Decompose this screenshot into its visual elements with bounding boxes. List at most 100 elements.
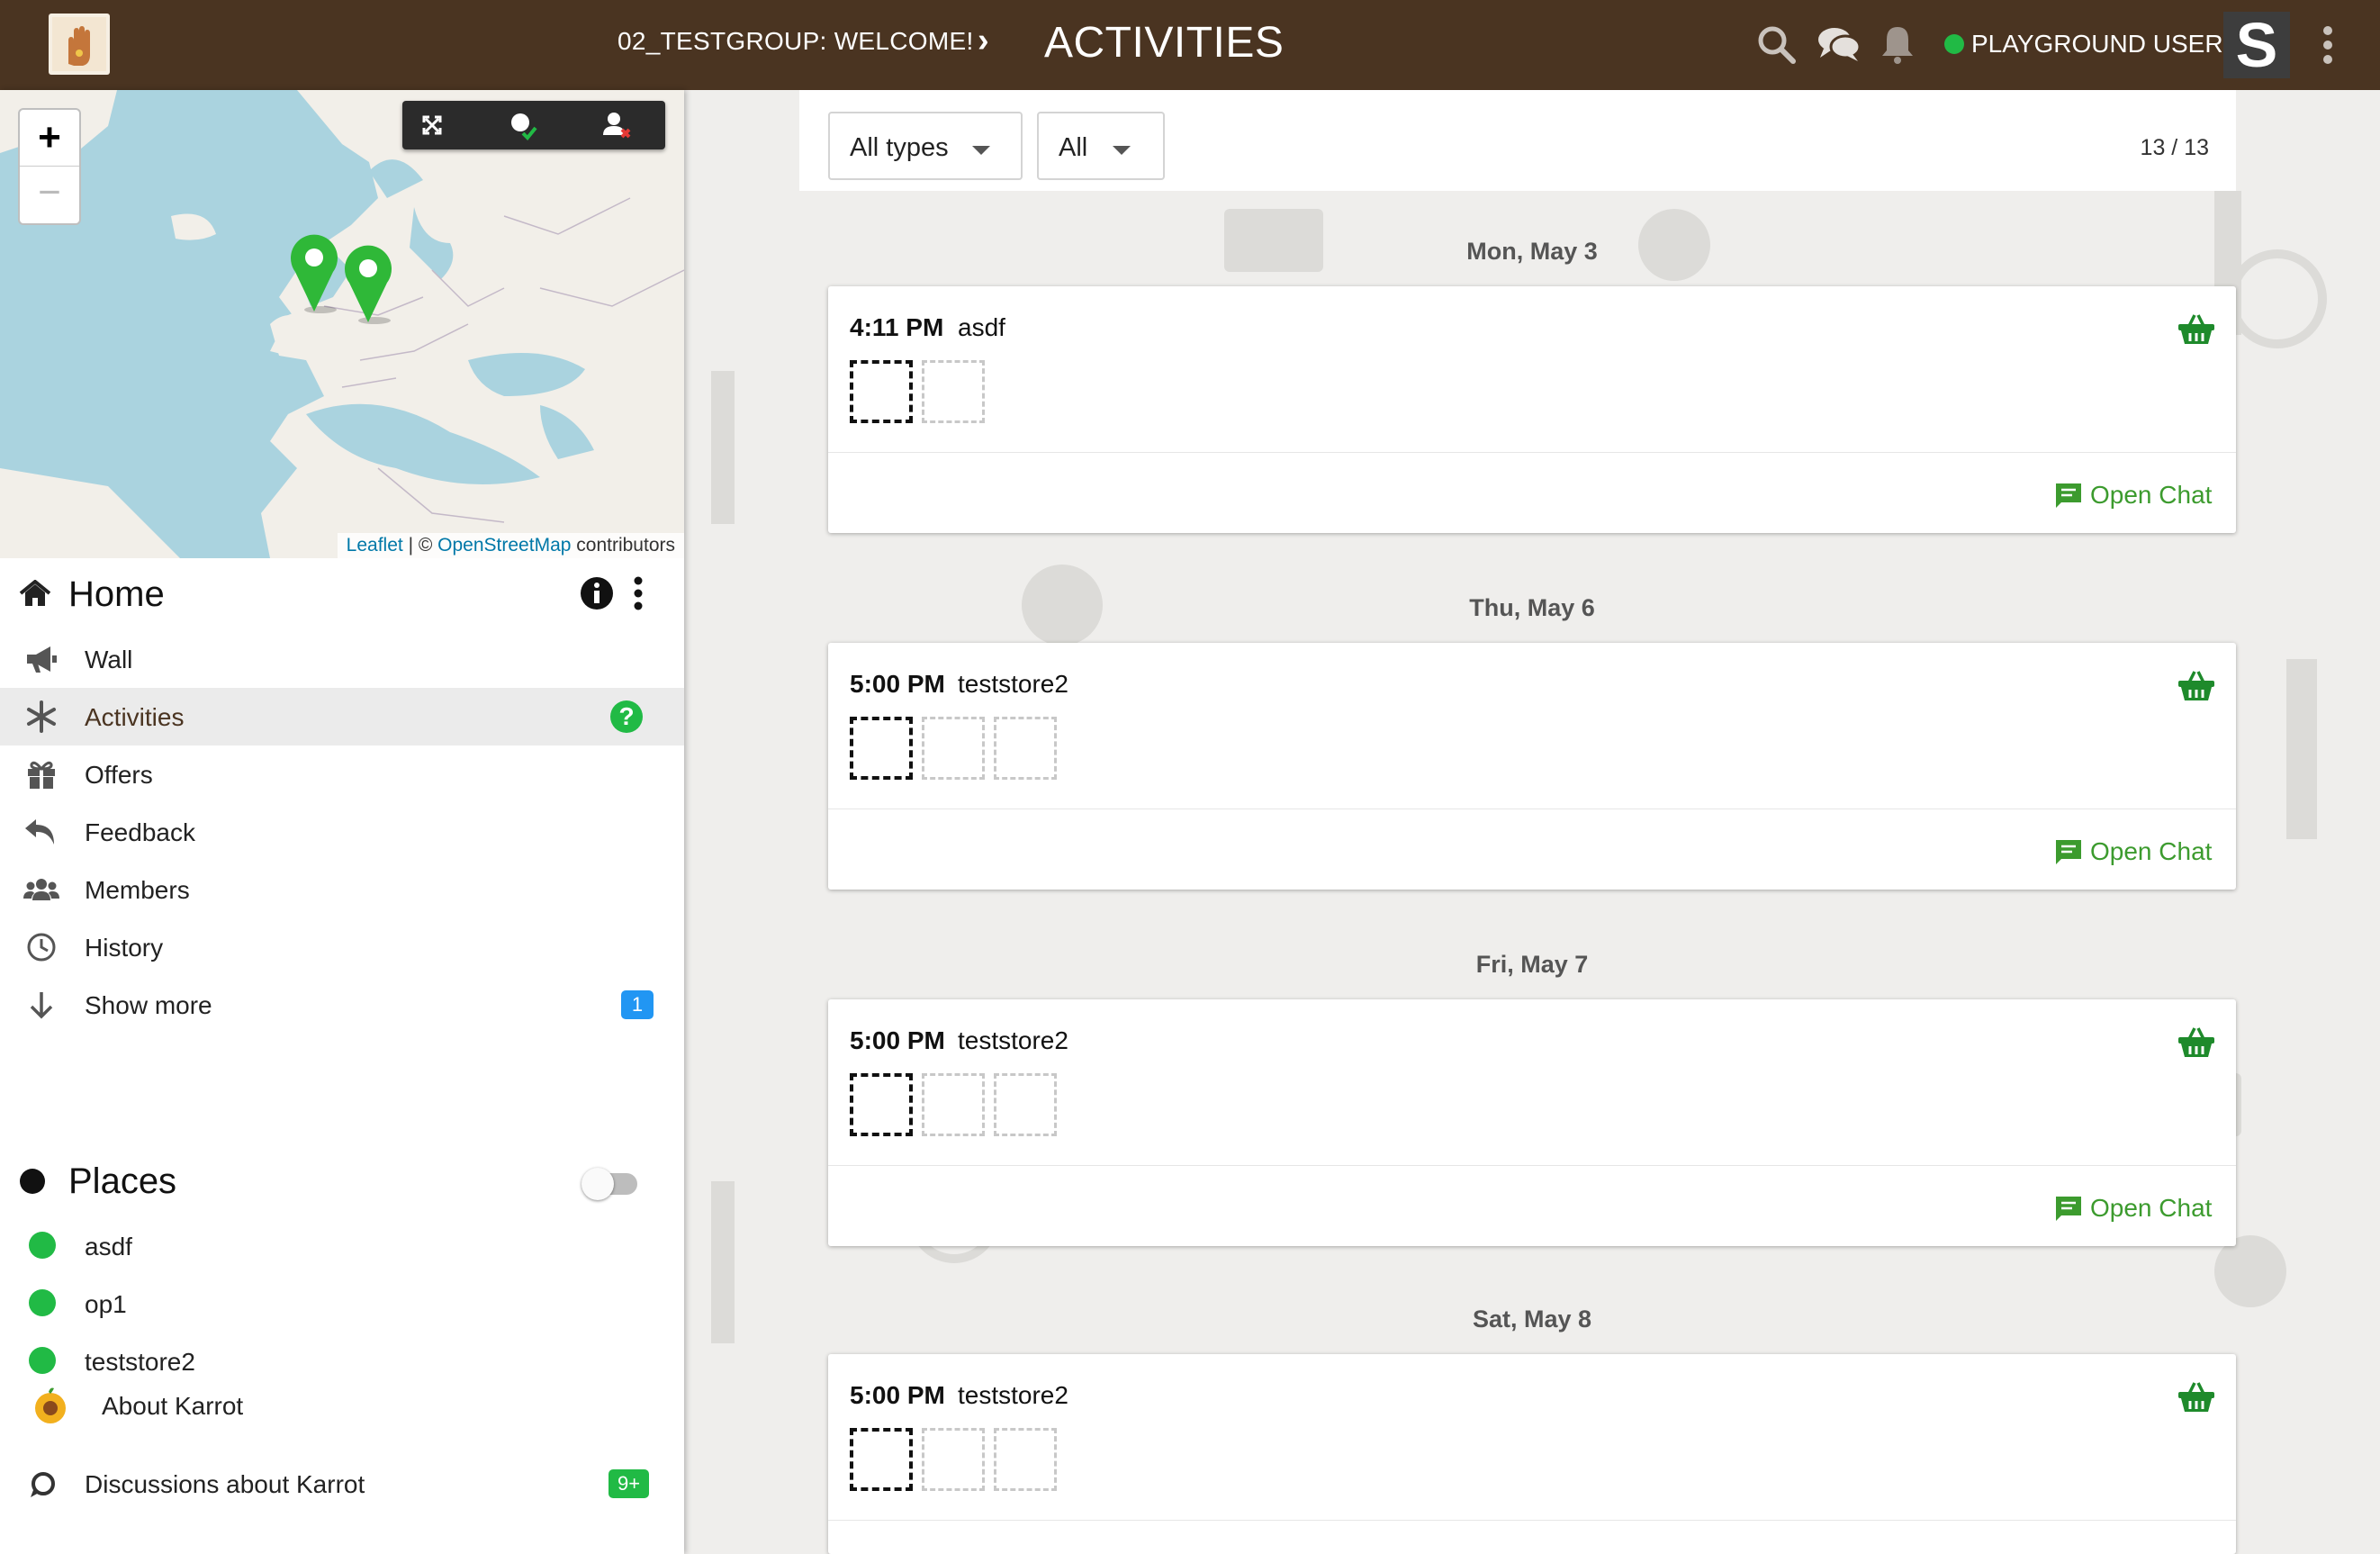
sidebar-item-show-more[interactable]: Show more 1	[0, 976, 684, 1034]
day-header: Sat, May 8	[1472, 1306, 1592, 1333]
sidebar-item-feedback[interactable]: Feedback	[0, 803, 684, 861]
empty-slot[interactable]	[922, 1428, 985, 1491]
activity-place[interactable]: asdf	[958, 313, 1005, 342]
empty-slot[interactable]	[994, 1428, 1057, 1491]
map-marker-icon[interactable]	[342, 243, 394, 324]
help-icon[interactable]: ?	[610, 700, 643, 733]
users-icon	[23, 879, 59, 900]
chat-icon	[2056, 840, 2081, 864]
basket-icon	[2178, 1382, 2214, 1412]
map-tiles	[0, 90, 684, 558]
map-marker-icon[interactable]	[288, 232, 340, 313]
more-vert-icon[interactable]	[2319, 23, 2337, 67]
open-chat-button[interactable]: Open Chat	[2054, 479, 2212, 515]
leaflet-link[interactable]: Leaflet	[347, 535, 403, 556]
day-header: Mon, May 3	[1466, 238, 1598, 265]
hide-users-icon[interactable]	[599, 108, 633, 142]
places-toggle[interactable]	[581, 1168, 639, 1200]
gift-icon	[28, 761, 55, 789]
clock-icon	[27, 933, 56, 962]
karrot-logo-icon	[35, 1387, 66, 1423]
zoom-in-button[interactable]: +	[20, 110, 79, 167]
sidebar-item-label: Activities	[85, 703, 185, 731]
discussions-link[interactable]: Discussions about Karrot 9+	[0, 1455, 684, 1513]
sidebar-item-members[interactable]: Members	[0, 861, 684, 918]
sidebar-item-offers[interactable]: Offers	[0, 745, 684, 803]
home-header[interactable]: Home	[0, 558, 684, 628]
chat-icon	[2056, 1197, 2081, 1221]
about-karrot-link[interactable]: About Karrot	[0, 1369, 684, 1444]
show-places-icon[interactable]	[505, 108, 539, 142]
openstreetmap-link[interactable]: OpenStreetMap	[437, 535, 571, 556]
caret-down-icon	[1113, 146, 1131, 155]
sidebar: + − Leaflet | © OpenStreetMap contributo…	[0, 90, 684, 1554]
notification-badge: 1	[621, 990, 654, 1019]
card-divider	[828, 1165, 2236, 1166]
place-status-dot	[29, 1232, 56, 1259]
attribution-separator: | ©	[402, 535, 438, 556]
open-chat-label: Open Chat	[2090, 837, 2213, 865]
places-header: Places	[0, 1145, 684, 1217]
expand-icon[interactable]	[415, 108, 449, 142]
group-logo[interactable]	[49, 14, 110, 75]
free-slot[interactable]	[850, 360, 913, 423]
slot-filter-select[interactable]: All	[1037, 112, 1165, 180]
toggle-knob	[581, 1168, 614, 1200]
chats-icon[interactable]	[1817, 25, 1862, 63]
free-slot[interactable]	[850, 717, 913, 780]
activity-place[interactable]: teststore2	[958, 1026, 1068, 1055]
free-slot[interactable]	[850, 1428, 913, 1491]
empty-slot[interactable]	[922, 1073, 985, 1136]
sidebar-item-label: Wall	[85, 646, 133, 673]
megaphone-icon	[27, 646, 57, 673]
select-value: All	[1059, 133, 1088, 162]
place-item[interactable]: asdf	[0, 1217, 684, 1275]
sidebar-item-label: Feedback	[85, 818, 195, 846]
bell-icon[interactable]	[1880, 23, 1916, 65]
empty-slot[interactable]	[922, 360, 985, 423]
filter-bar: All types All 13 / 13	[799, 90, 2236, 191]
sidebar-item-label: History	[85, 934, 164, 962]
chevron-right-icon: ›	[978, 22, 989, 59]
place-item[interactable]: op1	[0, 1275, 684, 1333]
free-slot[interactable]	[850, 1073, 913, 1136]
places-dot-icon	[20, 1169, 45, 1194]
sidebar-item-label: Members	[85, 876, 190, 904]
zoom-out-button[interactable]: −	[20, 167, 79, 222]
activity-card[interactable]: 4:11 PM asdf Open Chat	[828, 286, 2236, 533]
empty-slot[interactable]	[922, 717, 985, 780]
basket-icon	[2178, 671, 2214, 700]
activity-card[interactable]: 5:00 PM teststore2 Open Chat	[828, 643, 2236, 890]
sidebar-item-wall[interactable]: Wall	[0, 630, 684, 688]
sidebar-item-label: Show more	[85, 991, 212, 1019]
activity-type-select[interactable]: All types	[828, 112, 1023, 180]
sidebar-item-activities[interactable]: Activities ?	[0, 688, 684, 745]
home-title: Home	[68, 574, 165, 614]
group-breadcrumb[interactable]: 02_TESTGROUP: WELCOME!	[618, 27, 974, 56]
activity-card[interactable]: 5:00 PM teststore2	[828, 1354, 2236, 1554]
activity-time: 5:00 PM	[850, 1381, 945, 1409]
activity-time: 5:00 PM	[850, 1026, 945, 1054]
notification-badge: 9+	[609, 1469, 650, 1498]
search-icon[interactable]	[1755, 23, 1797, 65]
user-name[interactable]: PLAYGROUND USER	[1971, 30, 2223, 59]
map[interactable]: + − Leaflet | © OpenStreetMap contributo…	[0, 90, 684, 558]
activity-place[interactable]: teststore2	[958, 670, 1068, 699]
about-karrot-label: About Karrot	[102, 1392, 244, 1420]
page-title: ACTIVITIES	[1044, 19, 1285, 67]
day-header: Thu, May 6	[1469, 594, 1595, 621]
more-vert-icon[interactable]	[630, 574, 646, 612]
empty-slot[interactable]	[994, 717, 1057, 780]
asterisk-icon	[27, 700, 56, 733]
place-label: asdf	[85, 1233, 132, 1260]
sidebar-item-history[interactable]: History	[0, 918, 684, 976]
activity-card[interactable]: 5:00 PM teststore2 Open Chat	[828, 999, 2236, 1246]
avatar[interactable]: S	[2223, 12, 2290, 78]
open-chat-button[interactable]: Open Chat	[2054, 836, 2213, 872]
top-bar: 02_TESTGROUP: WELCOME! › ACTIVITIES PLAY…	[0, 0, 2380, 90]
attribution-contributors: contributors	[571, 535, 675, 556]
activity-place[interactable]: teststore2	[958, 1381, 1068, 1410]
open-chat-button[interactable]: Open Chat	[2054, 1192, 2212, 1228]
empty-slot[interactable]	[994, 1073, 1057, 1136]
info-icon[interactable]	[580, 576, 614, 610]
